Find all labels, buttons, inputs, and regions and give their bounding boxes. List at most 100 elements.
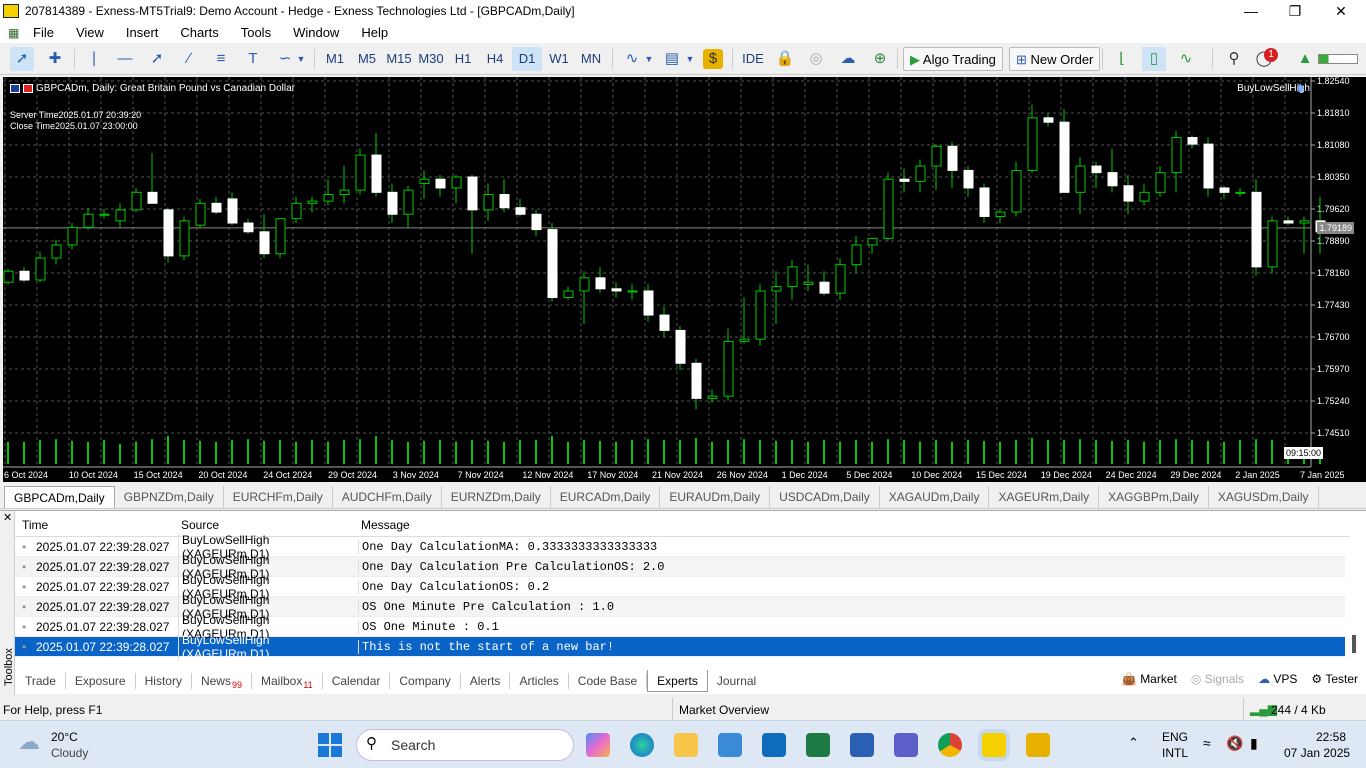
timeframe-m15[interactable]: M15 [384,47,414,71]
timeframe-d1[interactable]: D1 [512,47,542,71]
templates-icon[interactable]: ▤ [660,47,684,71]
chart-tab[interactable]: EURNZDm,Daily [442,486,551,508]
log-row[interactable]: 2025.01.07 22:39:28.027 BuyLowSellHigh (X… [15,632,1345,661]
tab-company[interactable]: Company [390,673,461,689]
cursor-icon[interactable]: ➚ [10,47,34,71]
restore-button[interactable]: ❐ [1272,0,1318,22]
chart-tab[interactable]: EURCADm,Daily [551,486,661,508]
word-icon[interactable] [850,733,874,757]
close-button[interactable]: ✕ [1318,0,1364,22]
keyboard-layout[interactable]: INTL [1162,746,1188,760]
tab-code-base[interactable]: Code Base [569,673,648,689]
chart-tab[interactable]: XAGUSDm,Daily [1209,486,1319,508]
tab-exposure[interactable]: Exposure [66,673,136,689]
col-source[interactable]: Source [181,518,219,532]
excel-icon[interactable] [806,733,830,757]
market-button[interactable]: 👜 Market [1122,672,1177,686]
menu-view[interactable]: View [65,22,115,43]
chart-tab[interactable]: GBPNZDm,Daily [115,486,224,508]
weather-temp[interactable]: 20°C [51,730,78,744]
shapes-icon[interactable]: ∽ [273,47,297,71]
chart-type-icon[interactable]: ∿ [620,47,644,71]
col-time[interactable]: Time [22,518,48,532]
chrome-icon[interactable] [938,733,962,757]
price-chart[interactable]: 1.82540 1.81810 1.81080 1.80350 1.79620 1.788… [3,77,1366,482]
outlook-icon[interactable] [762,733,786,757]
line-chart-icon[interactable]: ∿ [1174,47,1198,71]
horizontal-line-icon[interactable]: — [113,47,137,71]
menu-file[interactable]: File [22,22,65,43]
tab-calendar[interactable]: Calendar [323,673,391,689]
weather-desc[interactable]: Cloudy [51,746,88,760]
dollar-icon[interactable]: $ [703,49,723,69]
search-icon[interactable]: ⚲ [1222,47,1246,71]
vertical-line-icon[interactable]: ∣ [82,47,106,71]
chevron-up-icon[interactable]: ⌃ [1128,735,1139,751]
menu-tools[interactable]: Tools [230,22,282,43]
battery-icon[interactable]: ▮ [1250,735,1258,752]
wifi-icon[interactable]: ≈ [1203,735,1211,751]
menu-window[interactable]: Window [282,22,350,43]
crosshair-icon[interactable]: ✚ [43,47,67,71]
chart-tab[interactable]: XAGGBPm,Daily [1099,486,1209,508]
menu-charts[interactable]: Charts [169,22,229,43]
col-message[interactable]: Message [361,518,410,532]
lock-icon[interactable]: 🔒 [773,47,797,71]
tab-articles[interactable]: Articles [510,673,569,689]
fibonacci-icon[interactable]: ≡ [209,47,233,71]
menu-help[interactable]: Help [350,22,399,43]
edge-icon[interactable] [630,733,654,757]
chart-tab[interactable]: GBPCADm,Daily [4,486,115,508]
chart-tab[interactable]: XAGAUDm,Daily [880,486,990,508]
chart-tab[interactable]: EURCHFm,Daily [224,486,333,508]
timeframe-w1[interactable]: W1 [544,47,574,71]
text-icon[interactable]: T [241,47,265,71]
chart-tab[interactable]: XAGEURm,Daily [989,486,1100,508]
signals-button[interactable]: ◎ Signals [1191,672,1244,686]
windows-start-icon[interactable] [318,733,342,757]
new-order-button[interactable]: ⊞ New Order [1009,47,1101,71]
dropdown-arrow-icon[interactable]: ▼ [295,47,307,71]
tab-mailbox[interactable]: Mailbox11 [252,673,323,690]
timeframe-m1[interactable]: M1 [320,47,350,71]
tab-alerts[interactable]: Alerts [461,673,511,689]
photos-icon[interactable] [718,733,742,757]
copilot-icon[interactable] [586,733,610,757]
tab-news[interactable]: News99 [192,673,252,690]
mt5-icon[interactable] [1026,733,1050,757]
chart-tab[interactable]: AUDCHFm,Daily [333,486,442,508]
clock-time[interactable]: 22:58 [1316,730,1346,744]
trendline-icon[interactable]: ➚ [145,47,169,71]
exness-app-icon[interactable] [982,733,1006,757]
chart-tab[interactable]: USDCADm,Daily [770,486,880,508]
channel-icon[interactable]: ∕ [177,47,201,71]
timeframe-m5[interactable]: M5 [352,47,382,71]
tab-history[interactable]: History [136,673,192,689]
signal-icon[interactable]: ◎ [804,47,828,71]
tab-trade[interactable]: Trade [16,673,66,689]
dropdown-arrow-icon[interactable]: ▼ [684,47,696,71]
timeframe-mn[interactable]: MN [576,47,606,71]
chart-canvas[interactable]: 1.82540 1.81810 1.81080 1.80350 1.79620 1.788… [3,77,1366,482]
document-icon[interactable]: ▦ [8,26,22,40]
cloud-icon[interactable]: ☁ [836,47,860,71]
timeframe-h1[interactable]: H1 [448,47,478,71]
vps-icon[interactable]: ⊕ [868,47,892,71]
teams-icon[interactable] [894,733,918,757]
minimize-button[interactable]: — [1228,0,1274,22]
bar-chart-icon[interactable]: ⌊ [1110,47,1134,71]
menu-insert[interactable]: Insert [115,22,170,43]
algo-trading-button[interactable]: ▶ Algo Trading [903,47,1003,71]
chart-tab[interactable]: EURAUDm,Daily [660,486,771,508]
vps-button[interactable]: ☁ VPS [1258,672,1297,686]
clock-date[interactable]: 07 Jan 2025 [1284,746,1350,760]
timeframe-h4[interactable]: H4 [480,47,510,71]
candlestick-icon[interactable]: ▯ [1142,47,1166,71]
taskbar-search[interactable] [356,729,574,761]
market-overview[interactable]: Market Overview [679,703,769,717]
tab-experts[interactable]: Experts [647,670,708,692]
file-explorer-icon[interactable] [674,733,698,757]
dropdown-arrow-icon[interactable]: ▼ [643,47,655,71]
timeframe-m30[interactable]: M30 [416,47,446,71]
tab-journal[interactable]: Journal [708,673,765,689]
